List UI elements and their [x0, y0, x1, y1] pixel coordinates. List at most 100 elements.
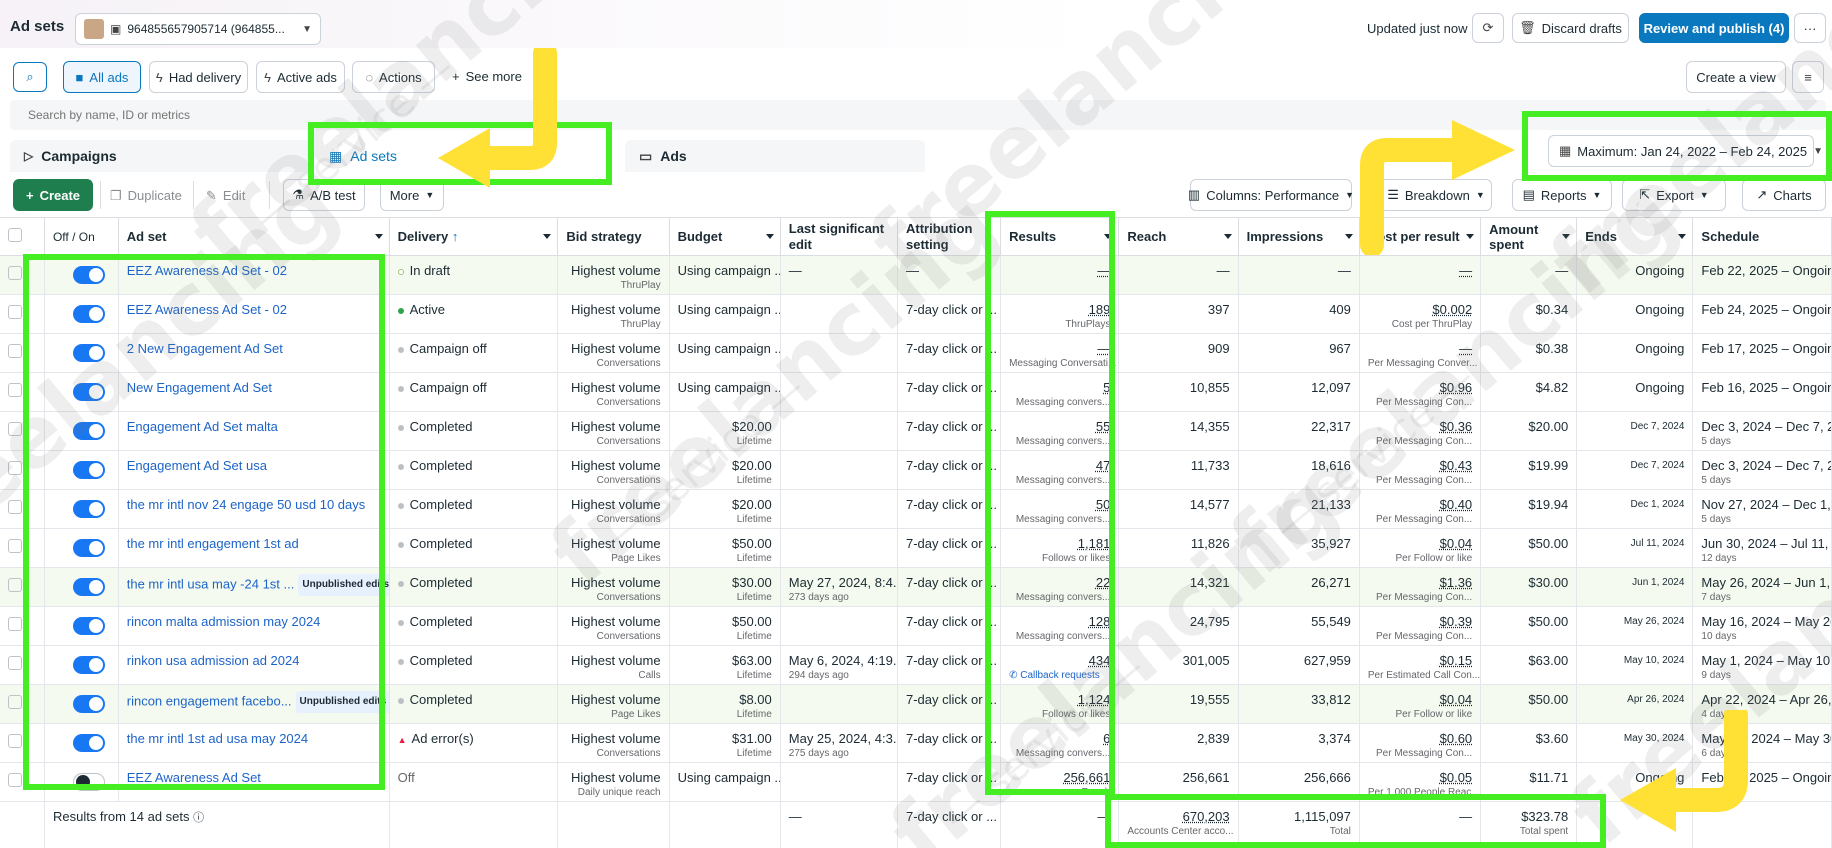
adset-link[interactable]: the mr intl engagement 1st ad — [127, 536, 299, 551]
adset-name[interactable]: the mr intl nov 24 engage 50 usd 10 days — [118, 489, 390, 529]
see-more-button[interactable]: + See more — [452, 69, 522, 84]
row-toggle[interactable] — [44, 567, 119, 607]
row-toggle[interactable] — [44, 372, 119, 412]
adset-link[interactable]: EEZ Awareness Ad Set - 02 — [127, 302, 287, 317]
col-bid-strategy[interactable]: Bid strategy — [557, 217, 670, 256]
adset-name[interactable]: EEZ Awareness Ad Set - 02 — [118, 294, 390, 334]
delivery-toggle[interactable] — [72, 734, 105, 752]
adset-name[interactable]: the mr intl usa may -24 1st ... Unpublish… — [118, 567, 390, 607]
export-button[interactable]: ⇱ Export ▼ — [1622, 179, 1726, 211]
adset-link[interactable]: rincon malta admission may 2024 — [127, 614, 321, 629]
columns-button[interactable]: ▥ Columns: Performance ▼ — [1188, 179, 1354, 211]
table-row[interactable]: Engagement Ad Set usa Completed Highest vo… — [0, 450, 1832, 490]
row-toggle[interactable] — [44, 606, 119, 646]
row-checkbox[interactable] — [0, 450, 45, 490]
adset-link[interactable]: Engagement Ad Set malta — [127, 419, 278, 434]
row-checkbox[interactable] — [0, 723, 45, 763]
row-checkbox[interactable] — [0, 528, 45, 568]
table-row[interactable]: the mr intl engagement 1st ad Completed Hi… — [0, 528, 1832, 568]
filter-all-ads[interactable]: ■ All ads — [63, 61, 141, 93]
filter-had-delivery[interactable]: ϟ Had delivery — [149, 61, 248, 93]
delivery-toggle[interactable] — [72, 344, 105, 362]
edit-button[interactable]: ✎ Edit — [206, 188, 245, 204]
discard-drafts-button[interactable]: 🗑 Discard drafts — [1512, 13, 1629, 43]
row-checkbox[interactable] — [0, 333, 45, 373]
row-toggle[interactable] — [44, 489, 119, 529]
adset-link[interactable]: rinkon usa admission ad 2024 — [127, 653, 300, 668]
table-row[interactable]: EEZ Awareness Ad Set - 02 Active Highest v… — [0, 294, 1832, 334]
row-checkbox[interactable] — [0, 489, 45, 529]
delivery-toggle[interactable] — [72, 383, 105, 401]
account-selector[interactable]: ▣ 964855657905714 (964855... ▼ — [75, 13, 321, 45]
delivery-toggle[interactable] — [72, 695, 105, 713]
table-row[interactable]: rincon engagement facebo... Unpublished e… — [0, 684, 1832, 724]
col-offon[interactable]: Off / On — [44, 217, 119, 256]
adset-link[interactable]: the mr intl 1st ad usa may 2024 — [127, 731, 308, 746]
delivery-toggle[interactable] — [72, 266, 105, 284]
more-button[interactable]: More ▼ — [380, 179, 444, 211]
adset-link[interactable]: New Engagement Ad Set — [127, 380, 272, 395]
table-row[interactable]: the mr intl usa may -24 1st ... Unpublish… — [0, 567, 1832, 607]
adset-name[interactable]: EEZ Awareness Ad Set — [118, 762, 390, 802]
adset-name[interactable]: New Engagement Ad Set — [118, 372, 390, 412]
delivery-toggle[interactable] — [72, 656, 105, 674]
col-results[interactable]: Results — [1000, 217, 1120, 256]
row-checkbox[interactable] — [0, 684, 45, 724]
col-reach[interactable]: Reach — [1118, 217, 1239, 256]
delivery-toggle[interactable] — [72, 500, 105, 518]
adset-link[interactable]: Engagement Ad Set usa — [127, 458, 267, 473]
row-toggle[interactable] — [44, 645, 119, 685]
adset-name[interactable]: rincon malta admission may 2024 — [118, 606, 390, 646]
adset-name[interactable]: the mr intl engagement 1st ad — [118, 528, 390, 568]
adset-link[interactable]: the mr intl usa may -24 1st ... — [127, 576, 295, 591]
refresh-button[interactable]: ⟳ — [1472, 13, 1504, 43]
delivery-toggle[interactable] — [72, 773, 105, 791]
adset-link[interactable]: EEZ Awareness Ad Set - 02 — [127, 263, 287, 278]
delivery-toggle[interactable] — [72, 617, 105, 635]
adset-name[interactable]: Engagement Ad Set malta — [118, 411, 390, 451]
tab-ads[interactable]: ▭ Ads — [625, 140, 925, 172]
adset-link[interactable]: the mr intl nov 24 engage 50 usd 10 days — [127, 497, 366, 512]
col-delivery[interactable]: Delivery ↑ — [389, 217, 559, 256]
col-amount-spent[interactable]: Amount spent — [1480, 217, 1578, 256]
select-all-checkbox[interactable] — [0, 217, 45, 256]
tab-adsets[interactable]: ▦ Ad sets — [313, 140, 613, 172]
search-input[interactable] — [28, 104, 528, 126]
table-row[interactable]: EEZ Awareness Ad Set - 02 In draft Highest… — [0, 255, 1832, 295]
filter-active-ads[interactable]: ϟ Active ads — [256, 61, 345, 93]
table-row[interactable]: the mr intl nov 24 engage 50 usd 10 days… — [0, 489, 1832, 529]
col-impressions[interactable]: Impressions — [1238, 217, 1360, 256]
adset-name[interactable]: rincon engagement facebo... Unpublished e… — [118, 684, 390, 724]
filter-actions[interactable]: ◌ Actions — [352, 61, 435, 93]
table-row[interactable]: New Engagement Ad Set Campaign off Highest… — [0, 372, 1832, 412]
row-checkbox[interactable] — [0, 762, 45, 802]
adset-name[interactable]: the mr intl 1st ad usa may 2024 — [118, 723, 390, 763]
create-view-button[interactable]: Create a view — [1686, 61, 1786, 93]
row-checkbox[interactable] — [0, 606, 45, 646]
tab-campaigns[interactable]: ▷ Campaigns — [10, 140, 310, 172]
row-checkbox[interactable] — [0, 255, 45, 295]
table-row[interactable]: EEZ Awareness Ad Set Off Highest volume Dai… — [0, 762, 1832, 802]
row-checkbox[interactable] — [0, 567, 45, 607]
adset-name[interactable]: EEZ Awareness Ad Set - 02 — [118, 255, 390, 295]
date-range-picker[interactable]: ▦ Maximum: Jan 24, 2022 – Feb 24, 2025 ▼ — [1548, 135, 1823, 167]
table-row[interactable]: rincon malta admission may 2024 Completed… — [0, 606, 1832, 646]
delivery-toggle[interactable] — [72, 539, 105, 557]
row-toggle[interactable] — [44, 684, 119, 724]
delivery-toggle[interactable] — [72, 305, 105, 323]
adset-link[interactable]: EEZ Awareness Ad Set — [127, 770, 261, 785]
breakdown-button[interactable]: ☰ Breakdown ▼ — [1380, 179, 1492, 211]
adset-name[interactable]: 2 New Engagement Ad Set — [118, 333, 390, 373]
row-toggle[interactable] — [44, 411, 119, 451]
table-row[interactable]: rinkon usa admission ad 2024 Completed Hig… — [0, 645, 1832, 685]
row-checkbox[interactable] — [0, 645, 45, 685]
row-checkbox[interactable] — [0, 372, 45, 412]
row-toggle[interactable] — [44, 528, 119, 568]
col-ends[interactable]: Ends — [1576, 217, 1694, 256]
col-adset[interactable]: Ad set — [118, 217, 390, 256]
table-row[interactable]: the mr intl 1st ad usa may 2024 ▲ Ad error… — [0, 723, 1832, 763]
search-button[interactable]: ⌕ — [13, 62, 47, 92]
review-publish-button[interactable]: Review and publish (4) — [1639, 13, 1789, 43]
row-toggle[interactable] — [44, 294, 119, 334]
duplicate-button[interactable]: ❐ Duplicate — [110, 188, 182, 204]
